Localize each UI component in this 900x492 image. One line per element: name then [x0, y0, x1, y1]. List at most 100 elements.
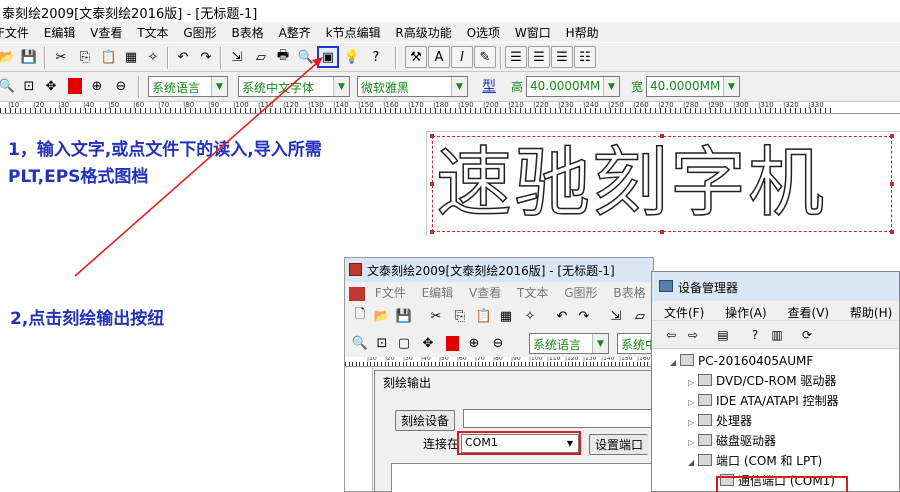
collapse-icon[interactable]: ◢	[670, 353, 680, 373]
scan-hardware-icon[interactable]: ⟳	[798, 326, 816, 344]
import-icon[interactable]: ⇲	[226, 46, 248, 68]
tools-icon[interactable]: ⚒	[405, 46, 427, 68]
menu-advanced[interactable]: R高级功能	[395, 22, 451, 41]
device-list[interactable]	[391, 463, 653, 492]
zoom-in-icon[interactable]: ⊕	[463, 332, 485, 354]
selection-handle[interactable]	[660, 134, 664, 138]
print-icon[interactable]: 🖶	[272, 46, 294, 68]
zoom-in-icon[interactable]: ⊕	[86, 75, 108, 97]
pan-icon[interactable]: ✥	[417, 332, 439, 354]
align-center-icon[interactable]: ☰	[528, 46, 550, 68]
tree-node-computer[interactable]: ◢ PC-20160405AUMF	[670, 351, 813, 371]
copy-icon[interactable]: ⎘	[449, 305, 471, 327]
cut-icon[interactable]: ✂	[425, 305, 447, 327]
plot-device-select[interactable]	[463, 409, 655, 428]
tree-node-disk[interactable]: ▷ 磁盘驱动器	[688, 431, 776, 451]
menu-text[interactable]: T文本	[517, 286, 548, 300]
view-icon[interactable]: ▥	[768, 326, 786, 344]
menu-view[interactable]: V查看	[90, 22, 122, 41]
print-preview-icon[interactable]: 🔍	[295, 46, 317, 68]
selection-handle[interactable]	[430, 134, 434, 138]
color-icon[interactable]	[441, 332, 463, 354]
menu-edit[interactable]: E编辑	[44, 22, 76, 41]
page-icon[interactable]: ▱	[250, 46, 272, 68]
selection-handle[interactable]	[890, 134, 894, 138]
redo-icon[interactable]: ↷	[195, 46, 217, 68]
back-arrow-icon[interactable]: ⇦	[662, 326, 680, 344]
zoom-icon[interactable]: 🔍	[0, 75, 18, 97]
app-menu-icon[interactable]	[349, 286, 365, 301]
paste-icon[interactable]: 📋	[98, 46, 120, 68]
font-set-select[interactable]: 系统中	[617, 333, 653, 354]
undo-icon[interactable]: ↶	[172, 46, 194, 68]
selection-handle[interactable]	[430, 182, 434, 186]
expand-icon[interactable]: ▷	[688, 393, 698, 413]
selection-handle[interactable]	[660, 230, 664, 234]
font-select[interactable]: 微软雅黑 ▼	[357, 76, 468, 97]
selection-handle[interactable]	[890, 230, 894, 234]
zoom-icon[interactable]: 🔍	[349, 332, 371, 354]
plot-output-icon[interactable]: ▣	[317, 46, 339, 68]
menu-help[interactable]: 帮助(H)	[850, 306, 892, 320]
menu-action[interactable]: 操作(A)	[725, 306, 767, 320]
edit-text-icon[interactable]: ✎	[474, 46, 496, 68]
copy-icon[interactable]: ⎘	[74, 46, 96, 68]
align-right-icon[interactable]: ☰	[551, 46, 573, 68]
menu-node-edit[interactable]: k节点编辑	[326, 22, 381, 41]
menu-table[interactable]: B表格	[232, 22, 264, 41]
undo-icon[interactable]: ↶	[551, 305, 573, 327]
tree-node-dvd[interactable]: ▷ DVD/CD-ROM 驱动器	[688, 371, 836, 391]
zoom-out-icon[interactable]: ⊖	[110, 75, 132, 97]
menu-align[interactable]: A整齐	[279, 22, 311, 41]
menu-graphics[interactable]: G图形	[564, 286, 597, 300]
magic-icon[interactable]: ✧	[142, 46, 164, 68]
forward-arrow-icon[interactable]: ⇨	[684, 326, 702, 344]
text-a-icon[interactable]: A	[428, 46, 450, 68]
paste-icon[interactable]: 📋	[473, 305, 495, 327]
open-folder-icon[interactable]: 📂	[0, 46, 18, 68]
font-set-select[interactable]: 系统中文字体 ▼	[238, 76, 350, 97]
lightbulb-icon[interactable]: 💡	[341, 46, 363, 68]
menu-edit[interactable]: E编辑	[422, 286, 454, 300]
selection-handle[interactable]	[430, 230, 434, 234]
menu-help[interactable]: H帮助	[566, 22, 599, 41]
save-icon[interactable]: 💾	[393, 305, 415, 327]
selection-handle[interactable]	[890, 182, 894, 186]
plot-device-button[interactable]: 刻绘设备	[395, 410, 456, 431]
expand-icon[interactable]: ▷	[688, 433, 698, 453]
save-icon[interactable]: 💾	[18, 46, 40, 68]
italic-icon[interactable]: I	[451, 46, 473, 68]
zoom-fit-icon[interactable]: ⊡	[371, 332, 393, 354]
zoom-out-icon[interactable]: ⊖	[487, 332, 509, 354]
menu-text[interactable]: T文本	[137, 22, 168, 41]
expand-icon[interactable]: ▷	[688, 373, 698, 393]
zoom-fit-icon[interactable]: ⊡	[18, 75, 40, 97]
menu-file[interactable]: F文件	[375, 286, 406, 300]
tree-node-ide[interactable]: ▷ IDE ATA/ATAPI 控制器	[688, 391, 839, 411]
height-input[interactable]: 40.0000MM ▼	[526, 76, 620, 97]
grid-icon[interactable]: ▦	[120, 46, 142, 68]
justify-icon[interactable]: ☷	[574, 46, 596, 68]
menu-options[interactable]: O选项	[467, 22, 500, 41]
help-icon[interactable]: ?	[365, 46, 387, 68]
language-select[interactable]: 系统语言 ▼	[148, 76, 228, 97]
menu-file[interactable]: F文件	[0, 22, 29, 41]
align-left-icon[interactable]: ☰	[505, 46, 527, 68]
pan-icon[interactable]: ✥	[40, 75, 62, 97]
grid-icon[interactable]: ▦	[495, 305, 517, 327]
menu-view[interactable]: V查看	[469, 286, 501, 300]
menu-view[interactable]: 查看(V)	[788, 306, 830, 320]
zoom-box-icon[interactable]: ▢	[393, 332, 415, 354]
magic-icon[interactable]: ✧	[519, 305, 541, 327]
tree-node-processor[interactable]: ▷ 处理器	[688, 411, 752, 431]
expand-icon[interactable]: ▷	[688, 413, 698, 433]
redo-icon[interactable]: ↷	[573, 305, 595, 327]
font-type-button[interactable]: 型	[482, 76, 496, 96]
help-icon[interactable]: ?	[746, 326, 764, 344]
set-port-button[interactable]: 设置端口	[589, 434, 649, 455]
properties-icon[interactable]: ▤	[714, 326, 732, 344]
color-icon[interactable]	[64, 75, 86, 97]
width-input[interactable]: 40.0000MM ▼	[646, 76, 740, 97]
tree-node-ports[interactable]: ◢ 端口 (COM 和 LPT)	[688, 451, 822, 471]
menu-table[interactable]: B表格	[613, 286, 645, 300]
